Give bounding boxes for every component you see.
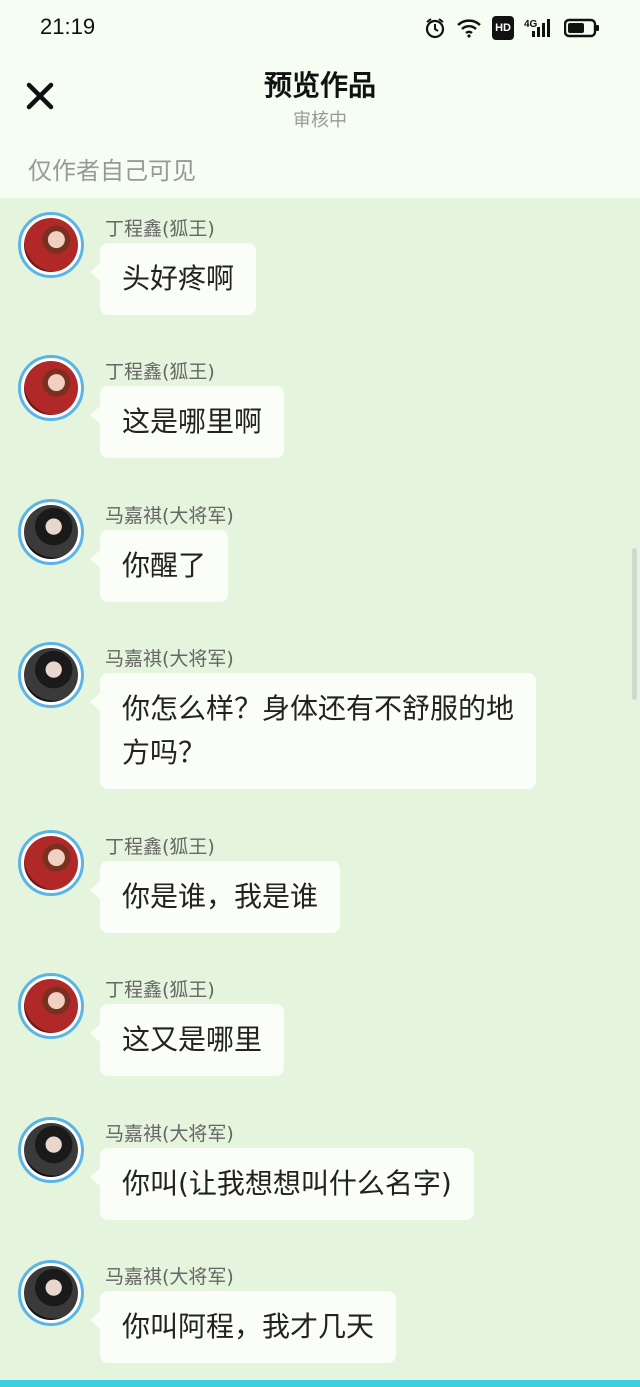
avatar[interactable] [18, 973, 84, 1039]
message-bubble: 头好疼啊 [89, 243, 257, 315]
avatar[interactable] [18, 642, 84, 708]
avatar[interactable] [18, 1117, 84, 1183]
hd-icon: HD [492, 16, 514, 40]
scrollbar[interactable] [632, 548, 637, 700]
message-bubble: 你叫阿程，我才几天 [89, 1291, 397, 1363]
signal-4g-icon: 4G [524, 16, 554, 40]
speaker-name: 马嘉祺(大将军) [105, 1266, 234, 1288]
network-label: 4G [524, 18, 538, 30]
message-list[interactable]: 丁程鑫(狐王) 头好疼啊 丁程鑫(狐王) 这是哪里啊 马嘉祺(大将军) 你醒了 … [0, 198, 640, 1380]
message-bubble: 你醒了 [89, 530, 229, 602]
avatar[interactable] [18, 355, 84, 421]
avatar[interactable] [18, 830, 84, 896]
alarm-icon [424, 16, 446, 40]
status-bar: 21:19 HD 4G [0, 0, 640, 56]
page-title: 预览作品 [263, 69, 376, 102]
message-bubble: 这是哪里啊 [89, 386, 285, 458]
speaker-name: 丁程鑫(狐王) [105, 361, 215, 383]
speaker-name: 丁程鑫(狐王) [105, 218, 215, 240]
top-bar: 21:19 HD 4G 预览作品 审核中 仅作者自己可见 [0, 0, 640, 198]
status-icons: HD 4G [424, 16, 600, 40]
message-bubble: 这又是哪里 [89, 1004, 285, 1076]
wifi-icon [456, 16, 482, 40]
avatar[interactable] [18, 1260, 84, 1326]
avatar[interactable] [18, 212, 84, 278]
battery-icon [564, 16, 600, 40]
visibility-note: 仅作者自己可见 [28, 157, 196, 185]
avatar[interactable] [18, 499, 84, 565]
speaker-name: 丁程鑫(狐王) [105, 836, 215, 858]
bottom-accent-line [0, 1380, 640, 1387]
message-bubble: 你是谁，我是谁 [89, 861, 341, 933]
status-time: 21:19 [40, 14, 96, 39]
speaker-name: 丁程鑫(狐王) [105, 979, 215, 1001]
speaker-name: 马嘉祺(大将军) [105, 648, 234, 670]
review-status: 审核中 [293, 110, 347, 131]
message-bubble: 你怎么样？身体还有不舒服的地方吗？ [90, 673, 536, 789]
message-bubble: 你叫(让我想想叫什么名字) [90, 1148, 474, 1220]
speaker-name: 马嘉祺(大将军) [105, 1123, 234, 1145]
speaker-name: 马嘉祺(大将军) [105, 505, 234, 527]
